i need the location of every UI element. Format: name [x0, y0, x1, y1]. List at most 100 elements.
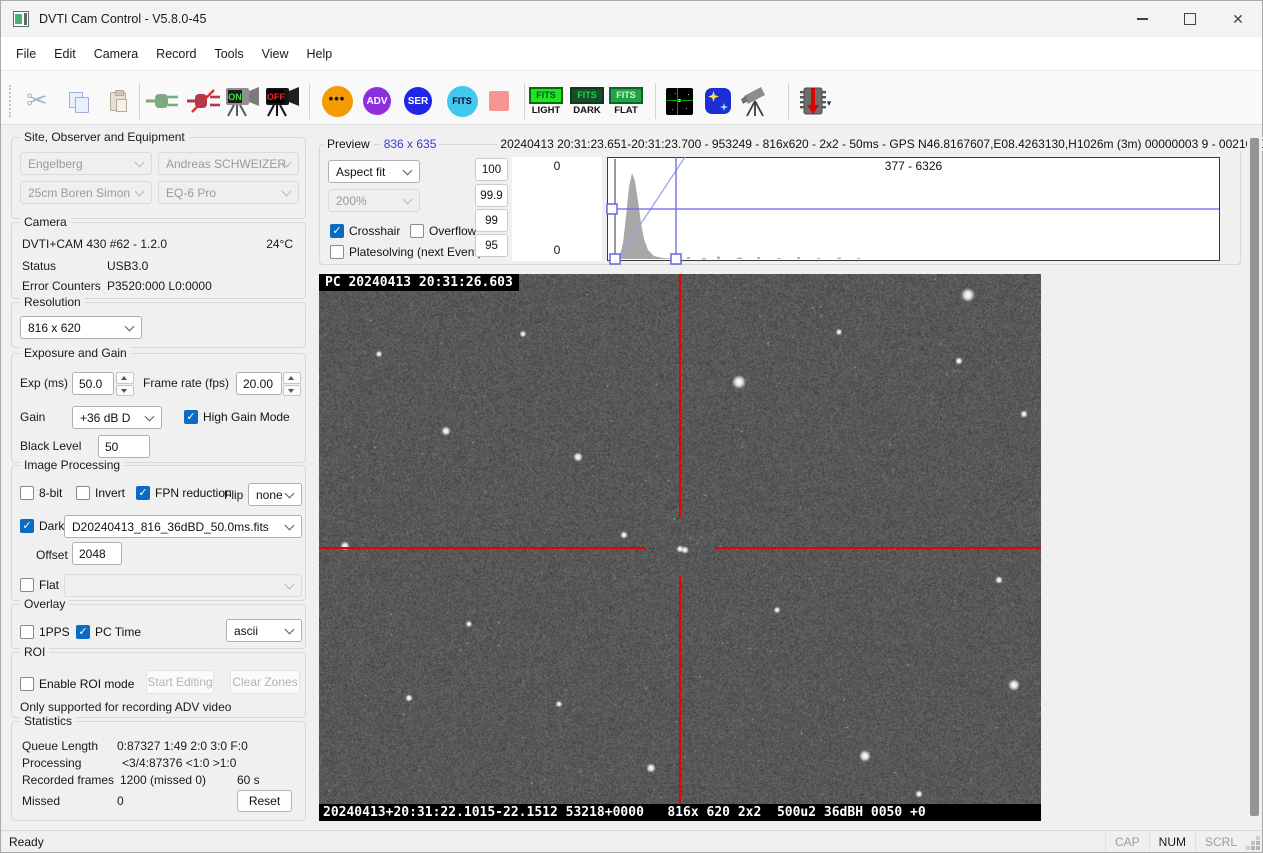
framerate-spinner[interactable]: [283, 372, 301, 396]
percent-95-button[interactable]: 95: [475, 234, 508, 257]
menu-record[interactable]: Record: [147, 47, 205, 61]
camera-on-button[interactable]: ON: [221, 79, 265, 123]
aspect-fit-select[interactable]: Aspect fit: [328, 160, 420, 183]
record-adv-button[interactable]: ADV: [355, 79, 399, 123]
checkbox-box: [410, 224, 424, 238]
menu-tools[interactable]: Tools: [205, 47, 252, 61]
cut-button[interactable]: ✂: [15, 79, 59, 123]
chevron-down-icon: [282, 187, 292, 197]
chevron-down-icon: [135, 158, 145, 168]
resolution-select[interactable]: 816 x 620: [20, 316, 142, 339]
group-title: Overlay: [20, 597, 69, 611]
resize-grip[interactable]: [1256, 846, 1260, 850]
start-editing-button[interactable]: Start Editing: [146, 670, 214, 694]
percent-99-9-button[interactable]: 99.9: [475, 184, 508, 207]
camera-on-icon: ON: [224, 85, 262, 117]
mount-select[interactable]: EQ-6 Pro: [158, 181, 299, 204]
paste-button[interactable]: [96, 79, 140, 123]
percent-99-button[interactable]: 99: [475, 209, 508, 232]
fits-dark-icon: FITS DARK: [570, 87, 604, 116]
zoom-select[interactable]: 200%: [328, 189, 420, 212]
image-display[interactable]: PC 20240413 20:31:26.603 20240413+20:31:…: [319, 274, 1041, 821]
minimize-button[interactable]: [1118, 1, 1166, 37]
menu-file[interactable]: File: [7, 47, 45, 61]
stop-square-icon: [489, 91, 509, 111]
disconnect-plug-button[interactable]: [182, 79, 226, 123]
scissors-icon: ✂: [26, 86, 48, 116]
menu-view[interactable]: View: [253, 47, 298, 61]
menu-help[interactable]: Help: [298, 47, 342, 61]
fits-flat-icon: FITS FLAT: [609, 87, 643, 116]
percent-100-button[interactable]: 100: [475, 158, 508, 181]
histogram[interactable]: 377 - 6326: [607, 157, 1220, 261]
combo-value: 25cm Boren Simon: [28, 186, 130, 200]
offset-input[interactable]: [72, 542, 122, 565]
reset-button[interactable]: Reset: [237, 790, 292, 812]
fits-flat-button[interactable]: FITS FLAT: [604, 79, 648, 123]
exp-input[interactable]: [72, 372, 114, 395]
scrollbar-thumb[interactable]: [1250, 138, 1259, 816]
connect-plug-button[interactable]: [141, 79, 185, 123]
exp-spinner[interactable]: [116, 372, 134, 396]
starfield-crosshair-button[interactable]: [657, 79, 701, 123]
preview-header: Preview 836 x 635 20240413 20:31:23.651-…: [320, 136, 1240, 152]
group-title: Image Processing: [20, 458, 124, 472]
1pps-checkbox[interactable]: 1PPS: [20, 625, 70, 639]
close-button[interactable]: ✕: [1214, 1, 1262, 37]
dark-checkbox[interactable]: Dark: [20, 519, 64, 533]
enable-roi-checkbox[interactable]: Enable ROI mode: [20, 677, 134, 691]
telescope-button[interactable]: [734, 79, 778, 123]
stop-record-button[interactable]: [477, 79, 521, 123]
toolbar-grip[interactable]: [9, 85, 12, 117]
histogram-axis-panel: 0 0: [512, 157, 602, 261]
crosshair-h-left: [319, 547, 646, 549]
black-level-input[interactable]: [98, 435, 150, 458]
clear-zones-button[interactable]: Clear Zones: [230, 670, 300, 694]
camera-group: Camera DVTI+CAM 430 #62 - 1.2.0 24°C Sta…: [11, 222, 306, 299]
chevron-down-icon: [285, 521, 295, 531]
gain-select[interactable]: +36 dB D: [72, 406, 162, 429]
checkbox-label: Enable ROI mode: [39, 677, 134, 691]
group-title: Site, Observer and Equipment: [20, 130, 189, 144]
flip-select[interactable]: none: [248, 483, 302, 506]
flat-file-select[interactable]: [64, 574, 302, 597]
chevron-down-icon: [285, 625, 295, 635]
vertical-scrollbar[interactable]: [1247, 134, 1262, 822]
svg-text:OFF: OFF: [267, 92, 285, 102]
overlay-encoding-select[interactable]: ascii: [226, 619, 302, 642]
platesolving-checkbox[interactable]: Platesolving (next Event): [330, 245, 482, 259]
invert-checkbox[interactable]: Invert: [76, 486, 125, 500]
fits-light-button[interactable]: FITS LIGHT: [524, 79, 568, 123]
toolbar-separator: [788, 83, 789, 119]
pc-time-checkbox[interactable]: PC Time: [76, 625, 141, 639]
fits-dark-button[interactable]: FITS DARK: [565, 79, 609, 123]
toolbar-separator: [309, 83, 310, 119]
title-bar: DVTI Cam Control - V5.8.0-45 ✕: [1, 1, 1262, 37]
menu-edit[interactable]: Edit: [45, 47, 85, 61]
record-dots-button[interactable]: •••: [315, 79, 359, 123]
menu-bar: File Edit Camera Record Tools View Help: [1, 37, 1262, 70]
8bit-checkbox[interactable]: 8-bit: [20, 486, 62, 500]
copy-button[interactable]: [56, 79, 100, 123]
overflow-checkbox[interactable]: Overflow: [410, 224, 476, 238]
camera-off-button[interactable]: OFF: [261, 79, 305, 123]
menu-camera[interactable]: Camera: [85, 47, 147, 61]
flat-checkbox[interactable]: Flat: [20, 578, 59, 592]
record-ser-button[interactable]: SER: [396, 79, 440, 123]
maximize-button[interactable]: [1166, 1, 1214, 37]
crosshair-checkbox[interactable]: Crosshair: [330, 224, 400, 238]
toolbar-dropdown-caret[interactable]: ▾: [819, 93, 839, 113]
camera-off-icon: OFF: [264, 85, 302, 117]
high-gain-checkbox[interactable]: High Gain Mode: [184, 410, 290, 424]
dark-file-select[interactable]: D20240413_816_36dBD_50.0ms.fits: [64, 515, 302, 538]
site-select[interactable]: Engelberg: [20, 152, 152, 175]
framerate-input[interactable]: [236, 372, 282, 395]
window-title: DVTI Cam Control - V5.8.0-45: [39, 12, 206, 26]
checkbox-label: 8-bit: [39, 486, 62, 500]
group-title: Camera: [20, 215, 71, 229]
checkbox-label: Overflow: [429, 224, 476, 238]
chevron-down-icon: [125, 322, 135, 332]
fpn-reduction-checkbox[interactable]: FPN reduction: [136, 486, 232, 500]
telescope-select[interactable]: 25cm Boren Simon: [20, 181, 152, 204]
observer-select[interactable]: Andreas SCHWEIZER: [158, 152, 299, 175]
